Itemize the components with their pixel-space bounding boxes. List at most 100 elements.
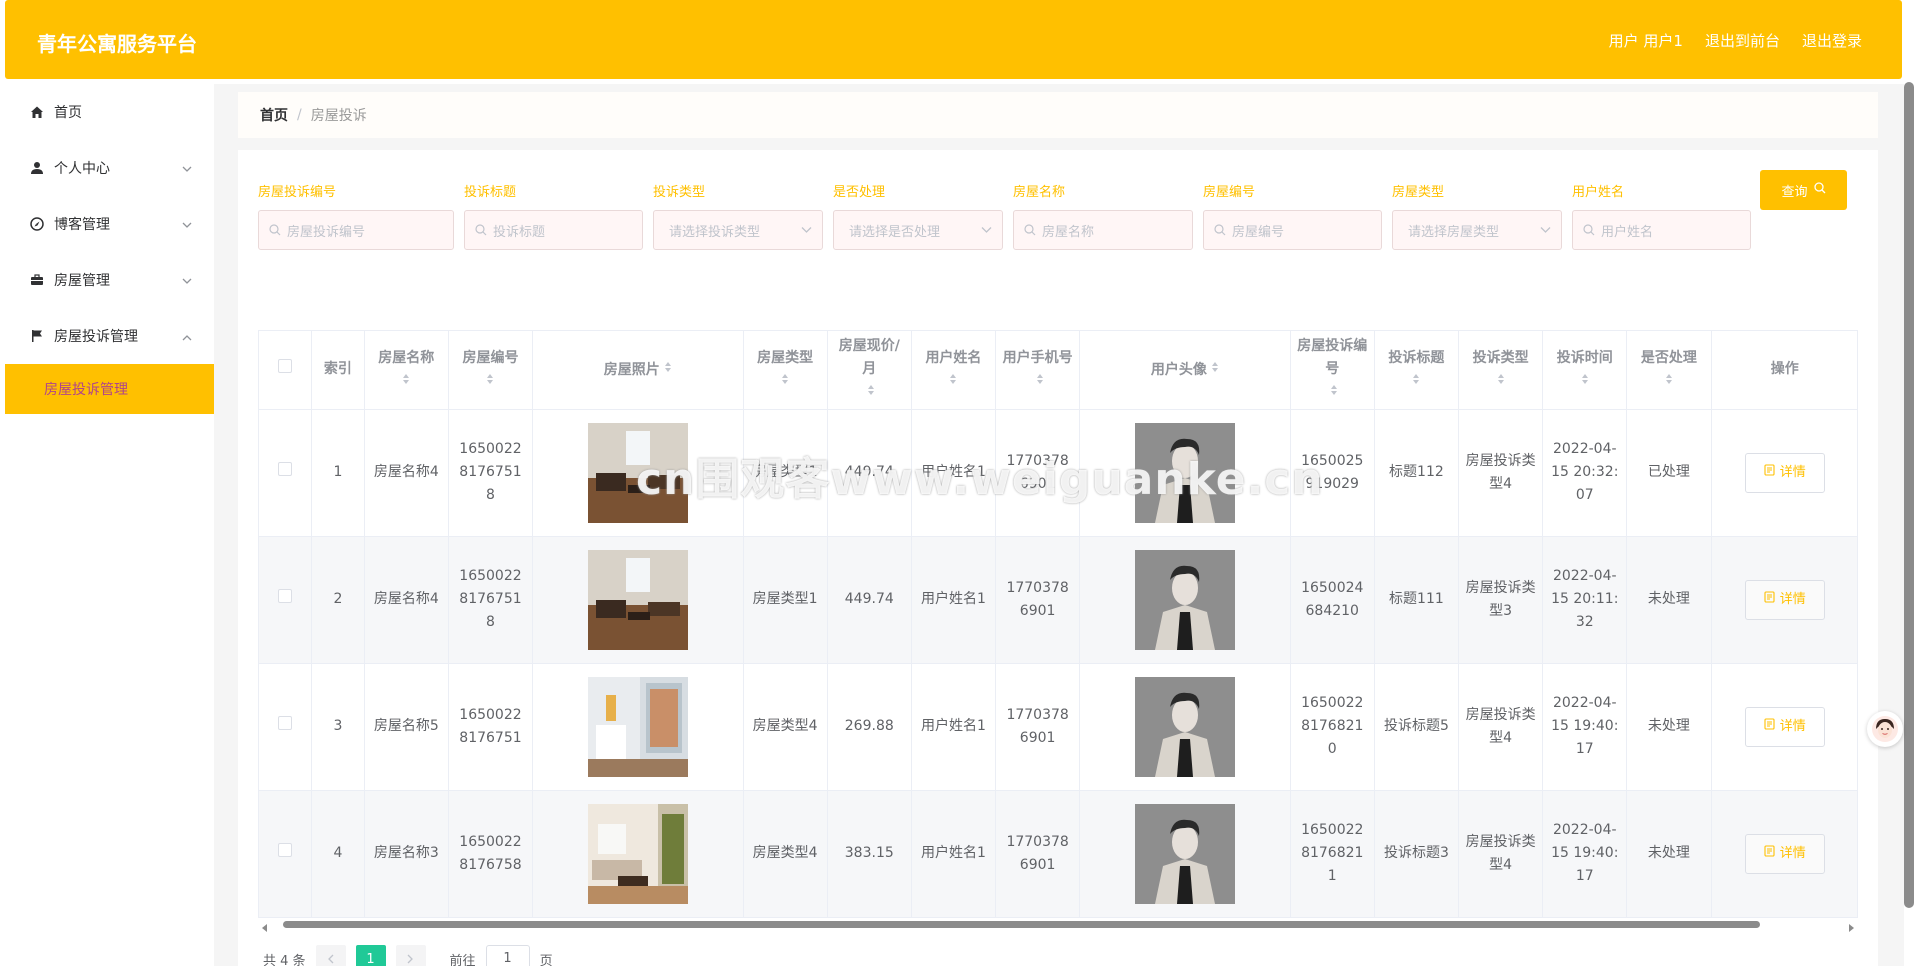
user-avatar-photo[interactable]: [1134, 803, 1235, 904]
th-price[interactable]: 房屋现价/月: [827, 331, 912, 410]
search-icon: [1583, 224, 1595, 236]
house-photo[interactable]: [587, 549, 688, 650]
sort-caret-icon[interactable]: [664, 358, 672, 381]
detail-button-label: 详情: [1779, 719, 1806, 734]
user-avatar-photo[interactable]: [1134, 676, 1235, 777]
goto-page-input[interactable]: 1: [485, 945, 530, 966]
horizontal-scrollbar[interactable]: [258, 918, 1858, 932]
th-house-no[interactable]: 房屋编号: [448, 331, 534, 410]
breadcrumb-home[interactable]: 首页: [260, 105, 288, 125]
chevron-down-icon: [182, 217, 192, 233]
sidebar-item-house[interactable]: 房屋管理: [5, 252, 214, 308]
submenu-item-complaint-manage[interactable]: 房屋投诉管理: [5, 364, 214, 414]
sort-caret-icon[interactable]: [1465, 370, 1536, 393]
detail-button-label: 详情: [1779, 592, 1806, 607]
cell-user-phone: 17703786901: [995, 790, 1081, 918]
th-complaint-time[interactable]: 投诉时间: [1542, 331, 1628, 410]
house-name-input[interactable]: 房屋名称: [1013, 210, 1193, 250]
sort-caret-icon[interactable]: [1211, 358, 1219, 381]
support-avatar-button[interactable]: [1867, 711, 1903, 747]
th-complaint-type[interactable]: 投诉类型: [1458, 331, 1544, 410]
house-type-select[interactable]: 请选择房屋类型: [1392, 210, 1562, 250]
sidebar-item-blog[interactable]: 博客管理: [5, 196, 214, 252]
page-number-button[interactable]: 1: [355, 945, 386, 966]
th-handled[interactable]: 是否处理: [1626, 331, 1712, 410]
cell-handled: 未处理: [1626, 536, 1712, 664]
cell-house-name: 房屋名称4: [364, 409, 449, 537]
row-select-cell[interactable]: [259, 663, 313, 791]
to-front-link[interactable]: 退出到前台: [1705, 30, 1780, 51]
cell-price: 449.74: [827, 409, 912, 537]
query-button[interactable]: 查询: [1760, 170, 1847, 210]
th-user-name[interactable]: 用户姓名: [911, 331, 997, 410]
sidebar: 首页 个人中心 博客管理 房屋管理 房屋投诉管理 房屋投诉管理: [5, 84, 214, 966]
sort-caret-icon[interactable]: [1549, 370, 1620, 393]
row-checkbox[interactable]: [278, 843, 293, 857]
sidebar-item-complaint[interactable]: 房屋投诉管理: [5, 308, 214, 364]
complaint-title-input[interactable]: 投诉标题: [464, 210, 643, 250]
logout-link[interactable]: 退出登录: [1802, 30, 1862, 51]
th-user-phone[interactable]: 用户手机号: [995, 331, 1081, 410]
detail-button[interactable]: 详情: [1744, 706, 1825, 747]
row-select-cell[interactable]: [259, 790, 313, 918]
sort-caret-icon[interactable]: [750, 370, 821, 393]
select-all-checkbox[interactable]: [278, 359, 293, 374]
sidebar-item-personal[interactable]: 个人中心: [5, 140, 214, 196]
house-photo[interactable]: [587, 803, 688, 904]
cell-action: 详情: [1711, 663, 1857, 791]
detail-button[interactable]: 详情: [1744, 833, 1825, 874]
th-house-type[interactable]: 房屋类型: [743, 331, 828, 410]
row-select-cell[interactable]: [259, 536, 313, 664]
complaint-type-select[interactable]: 请选择投诉类型: [653, 210, 823, 250]
cell-user-name: 用户姓名1: [911, 663, 997, 791]
cell-house-name: 房屋名称5: [364, 663, 449, 791]
sort-caret-icon[interactable]: [455, 370, 526, 393]
sort-caret-icon[interactable]: [1633, 370, 1704, 393]
sidebar-item-home[interactable]: 首页: [5, 84, 214, 140]
sidebar-item-label: 博客管理: [54, 217, 110, 233]
th-house-photo[interactable]: 房屋照片: [532, 331, 744, 410]
detail-button[interactable]: 详情: [1744, 452, 1825, 493]
cell-complaint-title: 标题112: [1374, 409, 1460, 537]
select-all-cell[interactable]: [259, 331, 313, 410]
sort-caret-icon[interactable]: [1381, 370, 1452, 393]
cell-user-phone: 17703786901: [995, 663, 1081, 791]
user-avatar-photo[interactable]: [1134, 422, 1235, 523]
house-photo[interactable]: [587, 422, 688, 523]
th-house-name[interactable]: 房屋名称: [364, 331, 449, 410]
user-name-input[interactable]: 用户姓名: [1572, 210, 1751, 250]
search-icon: [1214, 224, 1226, 236]
user-avatar-photo[interactable]: [1134, 549, 1235, 650]
table-header-row: 索引 房屋名称 房屋编号 房屋照片 房屋类型 房屋现价/月 用户姓名 用户手机号…: [259, 331, 1857, 410]
sort-caret-icon[interactable]: [1036, 370, 1044, 393]
sort-caret-icon[interactable]: [371, 370, 442, 393]
row-checkbox[interactable]: [278, 716, 293, 730]
sort-caret-icon[interactable]: [918, 370, 989, 393]
complaint-no-input[interactable]: 房屋投诉编号: [258, 210, 454, 250]
user-label[interactable]: 用户 用户1: [1609, 30, 1683, 51]
vertical-scrollbar-thumb[interactable]: [1904, 82, 1914, 908]
cell-user-avatar: [1079, 663, 1291, 791]
row-checkbox[interactable]: [278, 589, 293, 603]
handled-placeholder: 请选择是否处理: [849, 224, 941, 240]
house-photo[interactable]: [587, 676, 688, 777]
label-complaint-title: 投诉标题: [464, 185, 517, 200]
scroll-right-arrow-icon[interactable]: [1848, 920, 1854, 936]
horizontal-scroll-thumb[interactable]: [283, 921, 1760, 928]
sort-caret-icon[interactable]: [1330, 381, 1338, 404]
cell-complaint-no: 1650025919029: [1290, 409, 1375, 537]
prev-page-button[interactable]: [315, 945, 346, 966]
next-page-button[interactable]: [395, 945, 426, 966]
row-select-cell[interactable]: [259, 409, 313, 537]
compass-icon: [28, 215, 46, 233]
house-no-input[interactable]: 房屋编号: [1203, 210, 1382, 250]
handled-select[interactable]: 请选择是否处理: [833, 210, 1003, 250]
th-complaint-title[interactable]: 投诉标题: [1374, 331, 1460, 410]
th-complaint-no[interactable]: 房屋投诉编号: [1290, 331, 1375, 410]
row-checkbox[interactable]: [278, 462, 293, 476]
th-user-avatar[interactable]: 用户头像: [1079, 331, 1291, 410]
detail-button[interactable]: 详情: [1744, 579, 1825, 620]
scroll-left-arrow-icon[interactable]: [262, 920, 268, 936]
cell-complaint-title: 投诉标题3: [1374, 790, 1460, 918]
sort-caret-icon[interactable]: [867, 381, 875, 404]
